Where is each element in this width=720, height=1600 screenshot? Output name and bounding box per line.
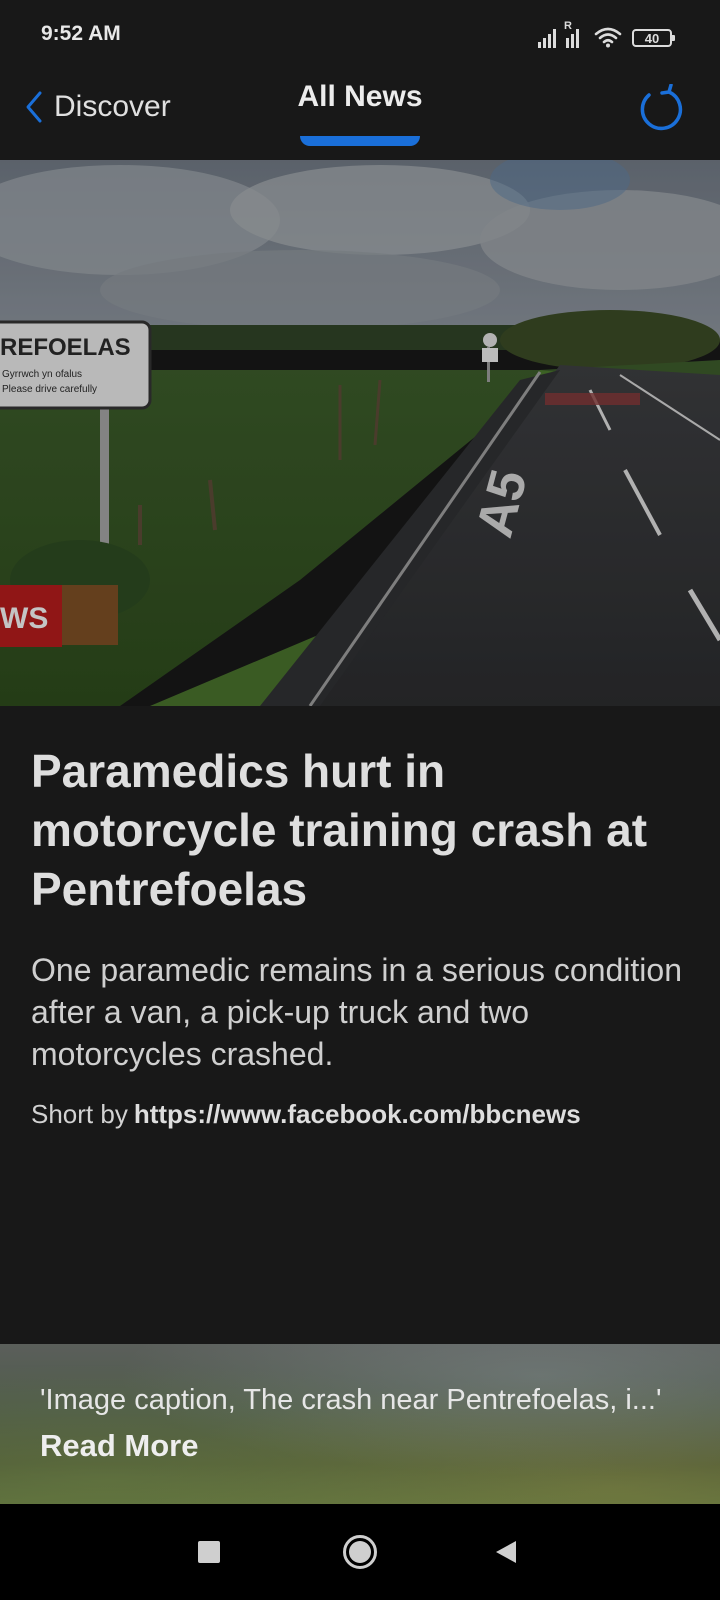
back-triangle-button[interactable]: [494, 1540, 518, 1564]
article-byline: Short by https://www.facebook.com/bbcnews: [31, 1099, 691, 1130]
byline-source-link[interactable]: https://www.facebook.com/bbcnews: [134, 1099, 581, 1129]
image-caption-preview: 'Image caption, The crash near Pentrefoe…: [40, 1384, 662, 1416]
byline-prefix: Short by: [31, 1099, 128, 1129]
roaming-mark: R: [564, 20, 572, 32]
article-image[interactable]: A5 REFOELAS Gyrrwch yn ofalus Please dri…: [0, 160, 720, 706]
article-summary: One paramedic remains in a serious condi…: [31, 952, 682, 1072]
status-icons: R 40: [538, 20, 675, 48]
recent-apps-button[interactable]: [198, 1541, 220, 1563]
status-bar: 9:52 AM R 40: [0, 0, 720, 70]
active-tab-indicator: [300, 136, 420, 146]
chevron-left-icon: [26, 91, 42, 123]
signal-icon: [538, 28, 556, 48]
system-nav-bar: [0, 1504, 720, 1600]
roaming-signal-icon: R: [564, 20, 584, 48]
read-more-card[interactable]: 'Image caption, The crash near Pentrefoe…: [0, 1344, 720, 1504]
article-body: Paramedics hurt in motorcycle training c…: [31, 742, 691, 1130]
top-nav: Discover All News: [0, 70, 720, 160]
status-time: 9:52 AM: [41, 22, 121, 45]
home-button[interactable]: [342, 1534, 378, 1570]
article-photo: A5 REFOELAS Gyrrwch yn ofalus Please dri…: [0, 160, 720, 706]
tab-all-news[interactable]: All News: [280, 80, 440, 146]
tab-all-news-label: All News: [297, 80, 423, 113]
article-headline[interactable]: Paramedics hurt in motorcycle training c…: [31, 742, 691, 919]
discover-back-button[interactable]: Discover: [24, 87, 171, 127]
battery-icon: 40: [632, 29, 675, 47]
read-more-link[interactable]: Read More: [40, 1428, 198, 1464]
refresh-icon[interactable]: [636, 84, 686, 134]
discover-label: Discover: [54, 90, 171, 123]
wifi-icon: [594, 27, 622, 48]
